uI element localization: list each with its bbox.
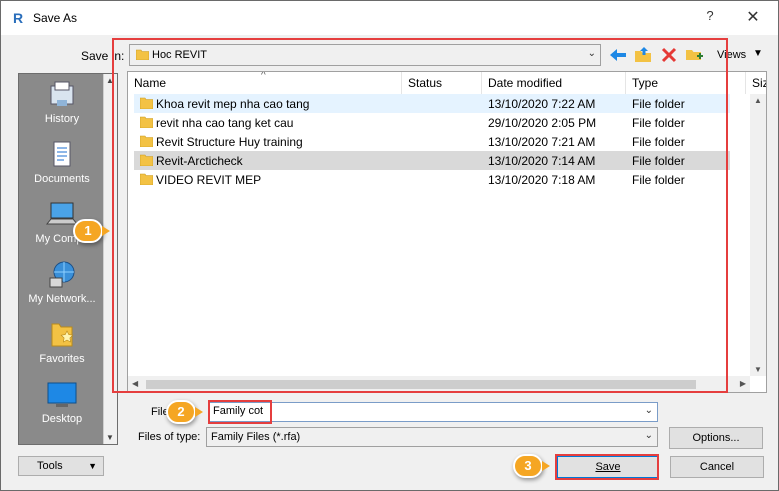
file-type-value: Family Files (*.rfa) (211, 431, 301, 443)
folder-icon (140, 116, 153, 128)
network-icon (49, 261, 75, 288)
file-name: Revit-Arcticheck (156, 154, 243, 168)
file-row[interactable]: revit nha cao tang ket cau 29/10/2020 2:… (134, 113, 730, 132)
save-button[interactable]: Save (557, 456, 659, 478)
file-date: 29/10/2020 2:05 PM (488, 116, 597, 130)
delete-button[interactable] (658, 45, 680, 65)
help-button[interactable]: ? (701, 8, 719, 28)
save-label: Save (595, 461, 621, 473)
up-one-level-button[interactable] (632, 45, 654, 65)
column-header-size[interactable]: Siz (746, 72, 766, 94)
place-label: My Network... (28, 293, 96, 305)
folder-icon (140, 154, 153, 166)
options-button[interactable]: Options... (669, 427, 763, 449)
file-row[interactable]: Revit Structure Huy training 13/10/2020 … (134, 132, 730, 151)
file-name: Revit Structure Huy training (156, 135, 303, 149)
chevron-down-icon: ⌄ (644, 430, 653, 441)
place-my-network[interactable]: My Network... (19, 260, 105, 305)
save-in-label: Save in: (81, 49, 125, 63)
tools-chevron-down-icon: ▼ (88, 461, 97, 471)
new-folder-button[interactable] (683, 45, 705, 65)
file-name: revit nha cao tang ket cau (156, 116, 294, 130)
file-type: File folder (632, 154, 685, 168)
save-in-dropdown[interactable]: Hoc REVIT ⌄ (129, 44, 601, 66)
back-button[interactable] (607, 45, 629, 65)
column-header-name[interactable]: Name (128, 72, 402, 94)
favorites-icon (51, 323, 74, 347)
views-chevron-down-icon[interactable]: ▼ (753, 48, 763, 59)
close-button[interactable]: ✕ (742, 7, 764, 29)
folder-icon (140, 97, 153, 109)
scroll-up-icon[interactable]: ▲ (754, 96, 762, 105)
dialog-title: Save As (33, 11, 78, 25)
place-documents[interactable]: Documents (19, 140, 105, 185)
folder-icon (140, 173, 153, 185)
places-scrollbar[interactable]: ▲ ▼ (103, 74, 117, 444)
place-label: Favorites (39, 353, 85, 365)
callout-badge-1: 1 (73, 219, 110, 243)
back-arrow-icon (610, 49, 626, 61)
desktop-icon (47, 382, 77, 407)
file-type: File folder (632, 97, 685, 111)
file-date: 13/10/2020 7:14 AM (488, 154, 596, 168)
views-menu-button[interactable]: Views (717, 49, 746, 61)
place-favorites[interactable]: Favorites (19, 320, 105, 365)
save-in-value: Hoc REVIT (152, 49, 208, 61)
column-header-date[interactable]: Date modified (482, 72, 626, 94)
cancel-button[interactable]: Cancel (670, 456, 764, 478)
column-header-status[interactable]: Status (402, 72, 482, 94)
file-type: File folder (632, 116, 685, 130)
documents-icon (53, 141, 71, 167)
chevron-down-icon[interactable]: ⌄ (645, 405, 653, 416)
file-date: 13/10/2020 7:22 AM (488, 97, 596, 111)
file-list: ^ Name Status Date modified Type Siz Kho… (127, 71, 767, 393)
callout-badge-3: 3 (513, 454, 550, 478)
file-type: File folder (632, 173, 685, 187)
new-folder-icon (686, 50, 703, 60)
place-label: Documents (34, 173, 90, 185)
file-name: VIDEO REVIT MEP (156, 173, 262, 187)
place-label: History (44, 113, 80, 125)
file-type-dropdown[interactable]: Family Files (*.rfa) ⌄ (206, 427, 658, 447)
file-name: Khoa revit mep nha cao tang (156, 97, 310, 111)
scroll-up-icon[interactable]: ▲ (106, 76, 114, 85)
tools-button[interactable]: Tools ▼ (18, 456, 104, 476)
scroll-right-icon[interactable]: ▶ (740, 379, 746, 388)
delete-x-icon (661, 47, 677, 63)
tools-label: Tools (37, 460, 63, 472)
save-as-dialog: R Save As ? ✕ Save in: Hoc REVIT ⌄ Views… (0, 0, 779, 491)
file-list-vertical-scrollbar[interactable]: ▲ ▼ (750, 94, 766, 376)
scroll-down-icon[interactable]: ▼ (754, 365, 762, 374)
place-history[interactable]: History (19, 80, 105, 125)
file-date: 13/10/2020 7:18 AM (488, 173, 596, 187)
chevron-down-icon: ⌄ (587, 48, 596, 59)
file-list-horizontal-scrollbar[interactable]: ◀ ▶ (128, 376, 750, 392)
place-label: Desktop (41, 413, 83, 425)
file-row[interactable]: Khoa revit mep nha cao tang 13/10/2020 7… (134, 94, 730, 113)
place-desktop[interactable]: Desktop (19, 380, 105, 425)
file-name-value: Family cot (213, 405, 264, 417)
revit-app-icon: R (13, 10, 24, 26)
history-icon (50, 81, 74, 106)
file-name-input[interactable]: Family cot ⌄ (208, 402, 658, 422)
scroll-left-icon[interactable]: ◀ (132, 379, 138, 388)
column-header-type[interactable]: Type (626, 72, 746, 94)
file-row[interactable]: Revit-Arcticheck 13/10/2020 7:14 AM File… (134, 151, 730, 170)
folder-icon (136, 49, 149, 60)
folder-up-icon (635, 47, 651, 62)
callout-badge-2: 2 (166, 400, 203, 424)
scroll-thumb[interactable] (146, 380, 696, 389)
scroll-down-icon[interactable]: ▼ (106, 433, 114, 442)
file-date: 13/10/2020 7:21 AM (488, 135, 596, 149)
file-type-label: Files of type: (138, 431, 201, 443)
file-row[interactable]: VIDEO REVIT MEP 13/10/2020 7:18 AM File … (134, 170, 730, 189)
places-bar: History Documents My Compu My Network...… (18, 73, 118, 445)
folder-icon (140, 135, 153, 147)
title-bar: R Save As ? ✕ (1, 1, 778, 35)
file-type: File folder (632, 135, 685, 149)
